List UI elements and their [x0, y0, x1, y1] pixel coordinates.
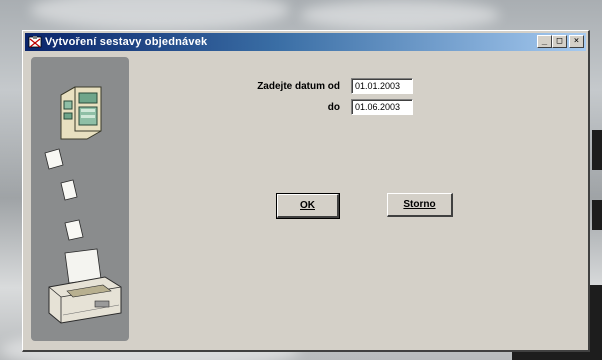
form-area: Zadejte datum od 01.01.2003 do 01.06.200… — [133, 55, 584, 346]
desktop-background: Vytvoření sestavy objednávek _ □ × Zadej… — [0, 0, 602, 360]
minimize-button[interactable]: _ — [537, 35, 552, 48]
date-to-field[interactable]: 01.06.2003 — [351, 99, 413, 115]
ok-button[interactable]: OK — [276, 193, 340, 219]
cloud — [30, 0, 290, 30]
fax-printer-illustration — [44, 86, 122, 324]
storno-button[interactable]: Storno — [387, 193, 453, 217]
date-from-field[interactable]: 01.01.2003 — [351, 78, 413, 94]
background-strip — [592, 200, 602, 230]
date-from-label: Zadejte datum od — [257, 81, 340, 92]
background-strip — [592, 130, 602, 170]
dialog-window: Vytvoření sestavy objednávek _ □ × Zadej… — [22, 30, 590, 352]
date-to-label: do — [327, 102, 340, 113]
close-button[interactable]: × — [569, 35, 584, 48]
title-bar[interactable]: Vytvoření sestavy objednávek _ □ × — [25, 33, 586, 51]
form-icon — [28, 35, 42, 49]
side-illustration-panel — [31, 57, 129, 341]
window-controls: _ □ × — [537, 35, 584, 48]
window-title: Vytvoření sestavy objednávek — [45, 36, 208, 48]
maximize-button[interactable]: □ — [552, 35, 567, 48]
cloud — [300, 0, 500, 30]
